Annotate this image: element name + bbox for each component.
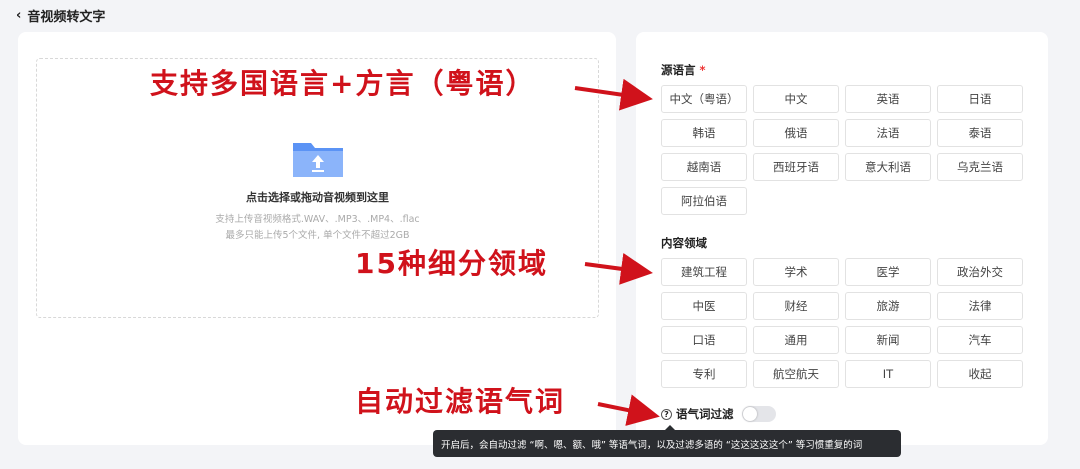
domain-option[interactable]: 航空航天	[753, 360, 839, 388]
page-title: 音视频转文字	[27, 10, 106, 25]
domain-option[interactable]: 财经	[753, 292, 839, 320]
filler-word-filter: ? 语气词过滤	[661, 406, 776, 422]
filter-label: 语气词过滤	[676, 407, 734, 421]
language-option[interactable]: 俄语	[753, 119, 839, 147]
domain-option[interactable]: 法律	[937, 292, 1023, 320]
language-option[interactable]: 中文	[753, 85, 839, 113]
domain-option[interactable]: 建筑工程	[661, 258, 747, 286]
language-option[interactable]: 越南语	[661, 153, 747, 181]
language-option[interactable]: 日语	[937, 85, 1023, 113]
filter-toggle[interactable]	[741, 406, 776, 422]
annotation-filter: 自动过滤语气词	[355, 385, 566, 418]
upload-limit: 最多只能上传5个文件, 单个文件不超过2GB	[225, 230, 410, 241]
domain-option[interactable]: 学术	[753, 258, 839, 286]
domain-option[interactable]: 通用	[753, 326, 839, 354]
folder-upload-icon	[293, 143, 343, 177]
language-option[interactable]: 意大利语	[845, 153, 931, 181]
upload-title: 点击选择或拖动音视频到这里	[246, 191, 389, 204]
annotation-languages: 支持多国语言+方言（粤语）	[150, 67, 536, 100]
language-option[interactable]: 中文（粤语）	[661, 85, 747, 113]
domain-option[interactable]: 旅游	[845, 292, 931, 320]
domain-option[interactable]: 口语	[661, 326, 747, 354]
domain-option[interactable]: 收起	[937, 360, 1023, 388]
source-language-label: 源语言 *	[661, 63, 706, 77]
tooltip: 开启后，会自动过滤 “啊、嗯、额、哦” 等语气词，以及过滤多语的 “这这这这这个…	[433, 425, 901, 457]
chevron-left-icon: ‹	[16, 8, 22, 23]
domain-option[interactable]: 政治外交	[937, 258, 1023, 286]
language-option[interactable]: 西班牙语	[753, 153, 839, 181]
help-icon[interactable]: ?	[661, 408, 672, 420]
upload-formats: 支持上传音视频格式.WAV、.MP3、.MP4、.flac	[215, 214, 420, 225]
domain-option[interactable]: IT	[845, 360, 931, 388]
language-option[interactable]: 泰语	[937, 119, 1023, 147]
annotation-domains: 15种细分领域	[355, 247, 548, 280]
domain-option[interactable]: 医学	[845, 258, 931, 286]
language-option[interactable]: 乌克兰语	[937, 153, 1023, 181]
content-domain-label: 内容领域	[661, 236, 707, 250]
language-option[interactable]: 法语	[845, 119, 931, 147]
language-option[interactable]: 韩语	[661, 119, 747, 147]
domain-option[interactable]: 汽车	[937, 326, 1023, 354]
settings-card: 源语言 * 中文（粤语） 中文 英语 日语韩语 俄语 法语 泰语越南语 西班牙语 意大利语 乌克兰…	[636, 32, 1048, 445]
domain-option[interactable]: 中医	[661, 292, 747, 320]
content-domain-options: 建筑工程 学术 医学 政治外交中医 财经 旅游 法律口语 通用 新闻 汽车专利 航空航天 IT 收起	[661, 258, 1023, 388]
domain-option[interactable]: 新闻	[845, 326, 931, 354]
domain-option[interactable]: 专利	[661, 360, 747, 388]
back-header[interactable]: ‹ 音视频转文字	[16, 6, 105, 25]
language-option[interactable]: 阿拉伯语	[661, 187, 747, 215]
source-language-options: 中文（粤语） 中文 英语 日语韩语 俄语 法语 泰语越南语 西班牙语 意大利语 乌克兰语阿拉伯语	[661, 85, 1023, 215]
language-option[interactable]: 英语	[845, 85, 931, 113]
